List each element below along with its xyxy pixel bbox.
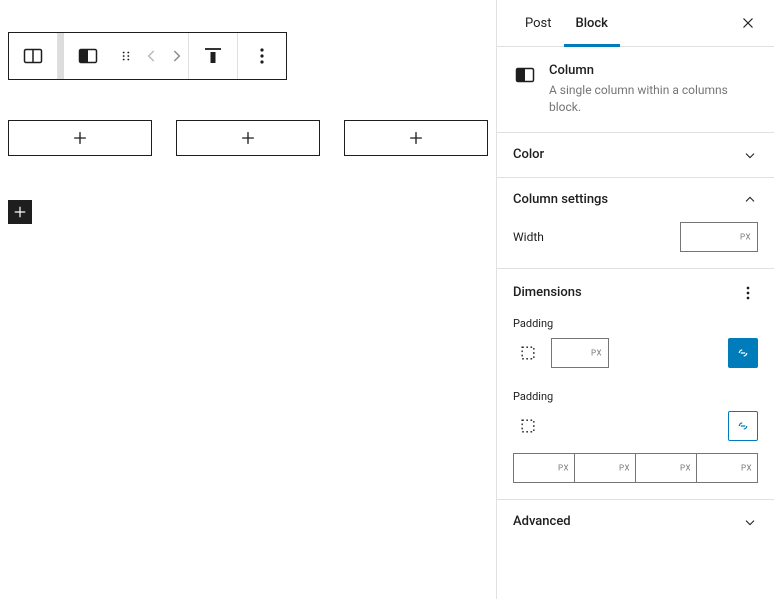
block-type-columns-button[interactable]: [9, 33, 57, 79]
plus-icon: [406, 128, 426, 148]
width-input-wrapper: PX: [680, 222, 758, 252]
column-appender-2[interactable]: [176, 120, 320, 156]
width-label: Width: [513, 230, 544, 244]
drag-dots-icon: [119, 49, 133, 63]
panel-dimensions: Dimensions Padding PX Padding: [497, 269, 774, 500]
panel-advanced: Advanced: [497, 500, 774, 544]
block-card: Column A single column within a columns …: [497, 47, 774, 133]
box-icon: [518, 343, 538, 363]
padding-link-button-linked[interactable]: [728, 338, 758, 368]
chevron-left-icon: [142, 46, 162, 66]
padding-bottom-input[interactable]: PX: [636, 453, 697, 483]
padding-right-input[interactable]: PX: [575, 453, 636, 483]
chevron-down-icon: [742, 514, 758, 530]
tab-post[interactable]: Post: [513, 0, 564, 47]
chevron-up-icon: [742, 192, 758, 208]
column-appender-1[interactable]: [8, 120, 152, 156]
panel-advanced-toggle[interactable]: Advanced: [497, 500, 774, 544]
panel-advanced-label: Advanced: [513, 514, 571, 529]
unlink-icon: [734, 417, 752, 435]
block-card-title: Column: [549, 63, 758, 78]
dimensions-tools-button[interactable]: [738, 283, 758, 303]
padding-right-unit[interactable]: PX: [619, 463, 630, 472]
block-card-description: A single column within a columns block.: [549, 82, 758, 116]
close-sidebar-button[interactable]: [730, 5, 766, 41]
plus-icon: [70, 128, 90, 148]
block-toolbar: [8, 32, 287, 80]
column-icon: [76, 44, 100, 68]
align-button[interactable]: [189, 33, 237, 79]
drag-dots-button[interactable]: [112, 33, 140, 79]
more-vertical-icon: [250, 44, 274, 68]
column-icon: [513, 63, 537, 87]
plus-icon: [11, 203, 29, 221]
panel-color-label: Color: [513, 147, 544, 162]
close-icon: [739, 14, 757, 32]
padding-label-2: Padding: [513, 390, 758, 403]
panel-dimensions-toggle[interactable]: Dimensions: [497, 269, 774, 317]
align-top-icon: [201, 44, 225, 68]
column-select-button[interactable]: [64, 33, 112, 79]
columns-block[interactable]: [8, 120, 488, 180]
chevron-right-icon: [166, 46, 186, 66]
tab-block[interactable]: Block: [564, 0, 620, 47]
panel-column-settings-toggle[interactable]: Column settings: [497, 178, 774, 222]
padding-top-input[interactable]: PX: [513, 453, 575, 483]
plus-icon: [238, 128, 258, 148]
move-left-button: [140, 33, 164, 79]
column-appender-3[interactable]: [344, 120, 488, 156]
padding-link-button-unlinked[interactable]: [728, 411, 758, 441]
padding-box-visualizer-2[interactable]: [513, 411, 543, 441]
padding-box-visualizer-1[interactable]: [513, 338, 543, 368]
box-icon: [518, 416, 538, 436]
padding-input-wrapper-1: PX: [551, 338, 609, 368]
more-vertical-icon: [738, 283, 758, 303]
panel-color: Color: [497, 133, 774, 178]
sidebar-tabs: Post Block: [497, 0, 774, 47]
link-icon: [734, 344, 752, 362]
chevron-down-icon: [742, 147, 758, 163]
columns-icon: [21, 44, 45, 68]
width-unit[interactable]: PX: [740, 232, 751, 241]
editor-canvas[interactable]: [0, 0, 496, 599]
padding-unit-1[interactable]: PX: [591, 348, 602, 357]
panel-column-settings-label: Column settings: [513, 192, 608, 207]
move-right-button[interactable]: [164, 33, 188, 79]
padding-sides-inputs: PX PX PX PX: [513, 453, 758, 483]
padding-left-input[interactable]: PX: [697, 453, 758, 483]
padding-top-unit[interactable]: PX: [558, 463, 569, 472]
panel-dimensions-label: Dimensions: [513, 285, 582, 300]
padding-bottom-unit[interactable]: PX: [680, 463, 691, 472]
panel-color-toggle[interactable]: Color: [497, 133, 774, 177]
panel-column-settings: Column settings Width PX: [497, 178, 774, 269]
settings-sidebar: Post Block Column A single column within…: [496, 0, 774, 599]
padding-left-unit[interactable]: PX: [741, 463, 752, 472]
add-block-button[interactable]: [8, 200, 32, 224]
padding-label-1: Padding: [513, 317, 758, 330]
more-options-button[interactable]: [238, 33, 286, 79]
